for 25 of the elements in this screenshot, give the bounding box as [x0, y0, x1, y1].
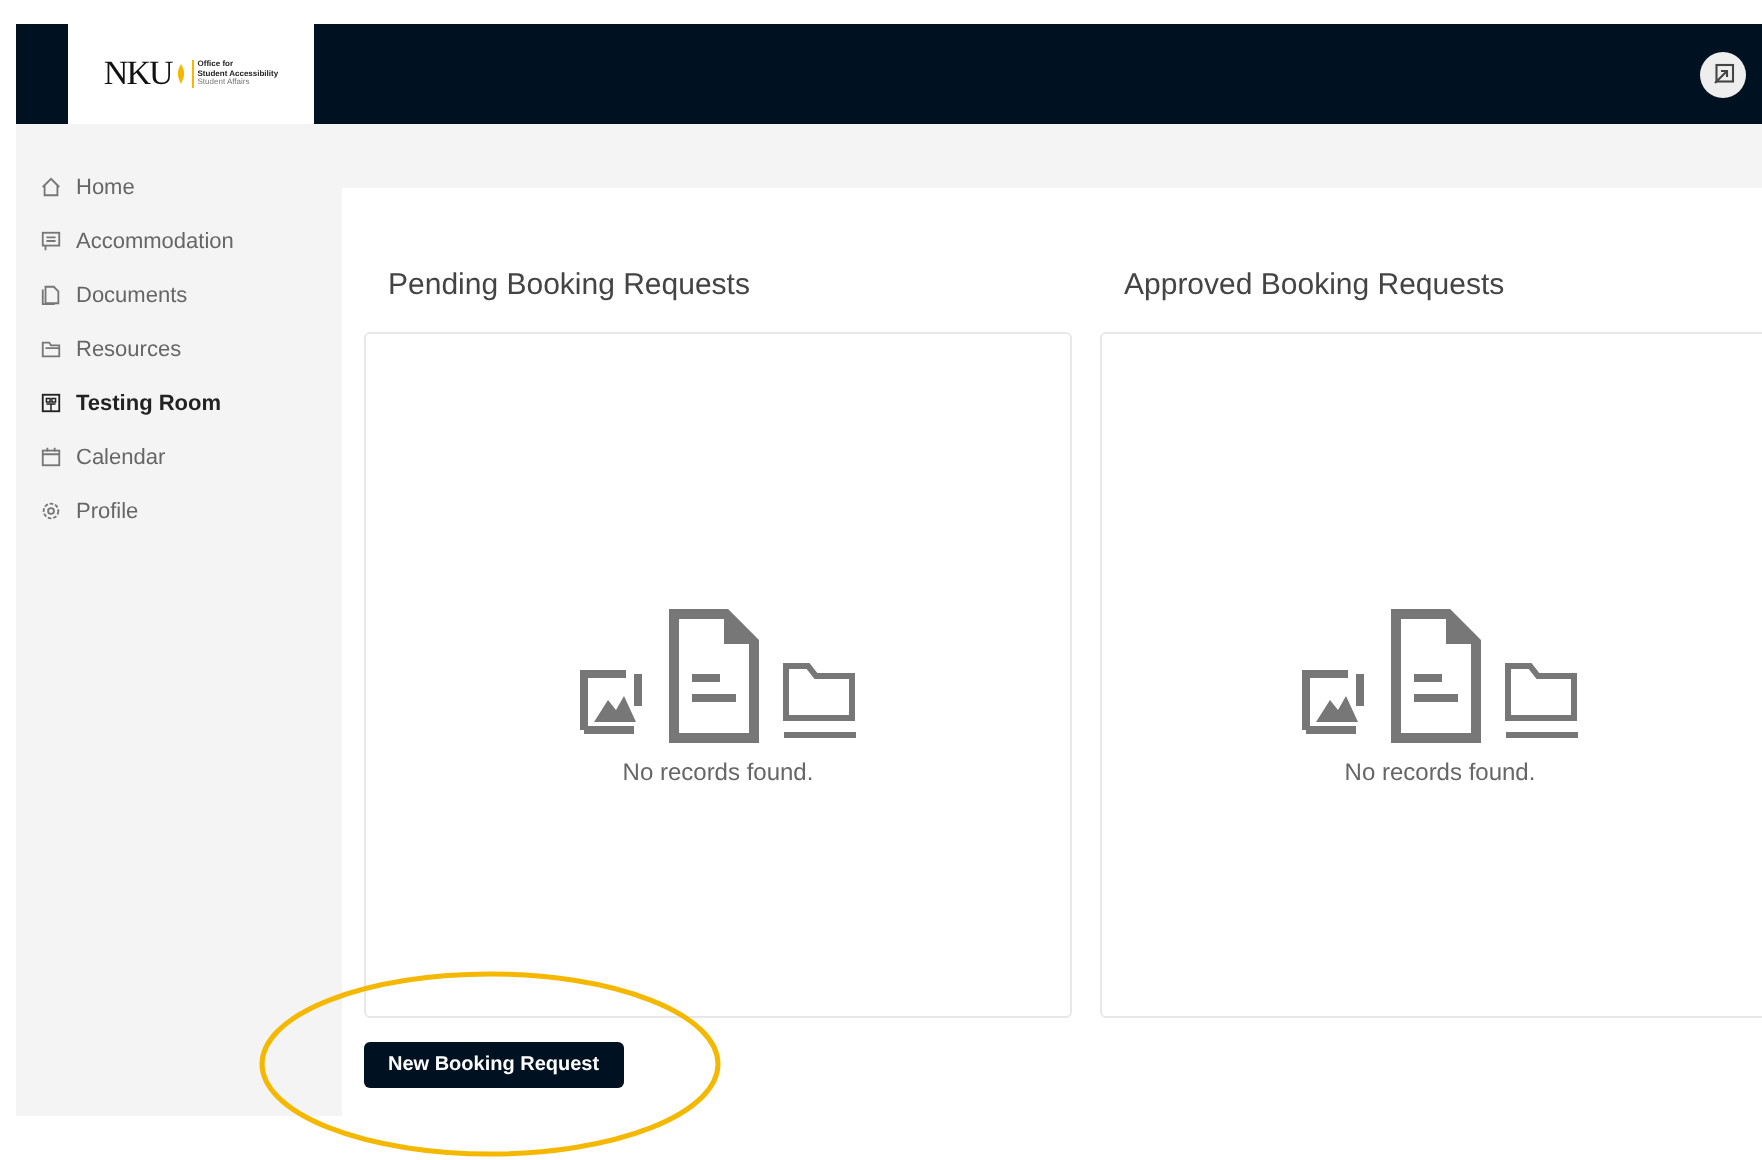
flame-icon — [175, 64, 186, 84]
building-icon — [40, 392, 62, 414]
sidebar-item[interactable]: Profile — [16, 484, 342, 538]
message-icon — [40, 230, 62, 252]
expand-icon — [1711, 62, 1735, 86]
sidebar-item[interactable]: Resources — [16, 322, 342, 376]
sidebar-item[interactable]: Home — [16, 160, 342, 214]
home-icon — [40, 176, 62, 198]
logo-wordmark: NKU — [103, 54, 172, 94]
sidebar-item[interactable]: Documents — [16, 268, 342, 322]
folder-icon — [40, 338, 62, 360]
empty-message: No records found. — [622, 757, 814, 785]
sidebar-item[interactable]: Accommodation — [16, 214, 342, 268]
calendar-icon — [40, 446, 62, 468]
sidebar-item[interactable]: Testing Room — [16, 376, 342, 430]
empty-files-icon — [578, 605, 858, 749]
document-icon — [40, 284, 62, 306]
new-booking-button[interactable]: New Booking Request — [364, 1042, 624, 1088]
gear-icon — [40, 500, 62, 522]
sidebar-item[interactable]: Calendar — [16, 430, 342, 484]
panel-title: Approved Booking Requests — [1124, 268, 1507, 306]
empty-message: No records found. — [1344, 757, 1536, 785]
panel-title: Pending Booking Requests — [388, 268, 752, 306]
expand-button[interactable] — [1700, 51, 1746, 97]
empty-files-icon — [1300, 605, 1580, 749]
